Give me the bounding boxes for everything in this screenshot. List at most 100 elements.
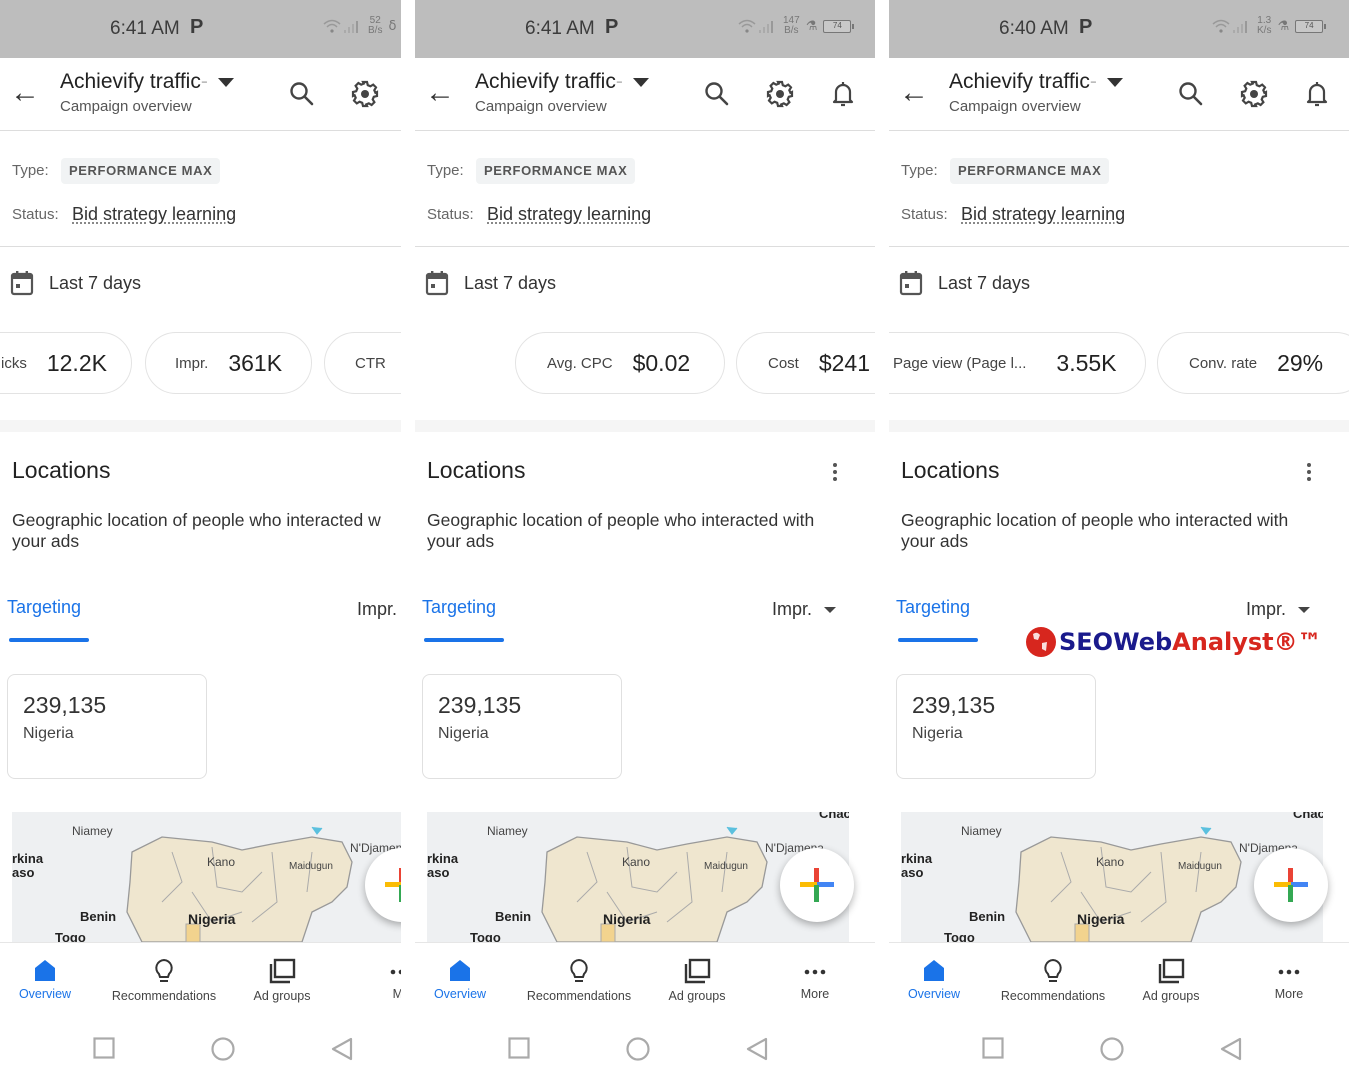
tab-targeting[interactable]: Targeting [7, 597, 81, 618]
status-time: 6:41 AM [525, 18, 595, 39]
locations-map[interactable]: Niamey rkina aso Kano Maidugun N'Djamena… [12, 812, 401, 942]
metric-chip-page-view[interactable]: Page view (Page l... 3.55K [889, 332, 1146, 394]
notifications-bell-icon[interactable] [1303, 80, 1331, 108]
nav-recommendations[interactable]: Recommendations [993, 943, 1113, 1013]
back-triangle-icon[interactable] [1220, 1037, 1242, 1061]
home-circle-icon[interactable] [211, 1037, 235, 1061]
tab-active-indicator [424, 638, 504, 642]
date-range-selector[interactable]: Last 7 days [415, 262, 875, 306]
date-range-label: Last 7 days [464, 273, 557, 293]
search-icon[interactable] [1177, 80, 1205, 108]
sort-metric-select[interactable]: Impr. [357, 599, 397, 620]
date-range-selector[interactable]: Last 7 days [889, 262, 1349, 306]
type-label: Type: [12, 162, 49, 179]
back-triangle-icon[interactable] [746, 1037, 768, 1061]
status-time: 6:41 AM [110, 18, 180, 39]
nav-more[interactable]: Mc [381, 943, 401, 1013]
nav-overview[interactable]: Overview [5, 943, 85, 1013]
nav-more[interactable]: More [785, 943, 845, 1013]
nav-overview[interactable]: Overview [894, 943, 974, 1013]
search-icon[interactable] [288, 80, 316, 108]
locations-description: Geographic location of people who intera… [427, 510, 815, 551]
metric-chip-clicks[interactable]: icks 12.2K [0, 332, 132, 394]
status-time: 6:40 AM [999, 18, 1069, 39]
settings-gear-icon[interactable] [351, 80, 379, 108]
back-arrow-icon[interactable]: ← [10, 78, 40, 108]
search-icon[interactable] [703, 80, 731, 108]
nav-ad-groups[interactable]: Ad groups [657, 943, 737, 1013]
metric-chip-avg-cpc[interactable]: Avg. CPC $0.02 [515, 332, 725, 394]
dropdown-caret-icon [217, 77, 234, 87]
map-label-kano: Kano [207, 855, 236, 869]
tab-targeting[interactable]: Targeting [896, 597, 970, 618]
plus-icon [1274, 868, 1308, 902]
section-divider [889, 420, 1349, 432]
back-triangle-icon[interactable] [331, 1037, 353, 1061]
add-fab-button[interactable] [780, 848, 854, 922]
map-label-nigeria: Nigeria [603, 911, 651, 927]
wifi-signal-icon [323, 19, 358, 33]
status-value-link[interactable]: Bid strategy learning [487, 204, 651, 225]
map-label-togo: Togo [470, 930, 501, 942]
status-bar: 6:41 AM P 52 B/s ẟ [0, 0, 401, 58]
metric-chip-impressions[interactable]: Impr. 361K [145, 332, 312, 394]
nav-ad-groups[interactable]: Ad groups [1131, 943, 1211, 1013]
sort-metric-select[interactable]: Impr. [1246, 599, 1311, 620]
metric-chips: icks12.2K Impr.361K CTR3.37% [0, 332, 401, 394]
metric-chip-conv-rate[interactable]: Conv. rate 29% [1157, 332, 1349, 394]
notifications-bell-icon[interactable] [829, 80, 857, 108]
nav-recommendations[interactable]: Recommendations [519, 943, 639, 1013]
campaign-selector[interactable]: Achievify traffic- [949, 70, 1123, 94]
charging-icon: ẟ [388, 18, 397, 33]
bottom-navigation: Overview Recommendations Ad groups More [889, 942, 1349, 1012]
home-circle-icon[interactable] [626, 1037, 650, 1061]
page-subtitle: Campaign overview [60, 98, 192, 115]
location-name: Nigeria [23, 725, 74, 742]
network-speed: 1.3 K/s [1257, 15, 1272, 36]
overflow-menu-icon[interactable] [1306, 462, 1312, 482]
back-arrow-icon[interactable]: ← [899, 78, 929, 108]
screenshot-collage: 6:41 AM P 52 B/s ẟ ← Achievify traffic- C… [0, 0, 1349, 1080]
parking-notification-icon: P [605, 16, 619, 38]
location-card[interactable]: 239,135 Nigeria [422, 674, 622, 779]
home-circle-icon[interactable] [1100, 1037, 1124, 1061]
lightbulb-icon [1044, 958, 1062, 982]
add-fab-button[interactable] [1254, 848, 1328, 922]
section-divider [415, 420, 875, 432]
settings-gear-icon[interactable] [766, 80, 794, 108]
home-icon [924, 960, 944, 981]
nav-overview[interactable]: Overview [420, 943, 500, 1013]
more-dots-icon [804, 969, 826, 975]
nav-ad-groups[interactable]: Ad groups [242, 943, 322, 1013]
dropdown-caret-icon [1298, 606, 1311, 613]
tab-targeting[interactable]: Targeting [422, 597, 496, 618]
campaign-type-chip: PERFORMANCE MAX [950, 158, 1110, 184]
overflow-menu-icon[interactable] [832, 462, 838, 482]
map-label-chad: Chac [1293, 812, 1323, 821]
status-value-link[interactable]: Bid strategy learning [961, 204, 1125, 225]
plus-icon [385, 868, 401, 902]
campaign-selector[interactable]: Achievify traffic- [60, 70, 234, 94]
nav-recommendations[interactable]: Recommendations [104, 943, 224, 1013]
section-divider [0, 420, 401, 432]
settings-gear-icon[interactable] [1240, 80, 1268, 108]
recents-square-icon[interactable] [508, 1037, 530, 1059]
ad-groups-icon [269, 958, 296, 984]
sort-metric-select[interactable]: Impr. [772, 599, 837, 620]
metric-chip-ctr[interactable]: CTR3.37% [324, 332, 401, 394]
campaign-selector[interactable]: Achievify traffic- [475, 70, 649, 94]
recents-square-icon[interactable] [93, 1037, 115, 1059]
metric-chip-cost[interactable]: Cost $241 [736, 332, 875, 394]
date-range-selector[interactable]: Last 7 days [0, 262, 401, 306]
map-label-maiduguri: Maidugun [704, 861, 748, 872]
lightbulb-icon [155, 958, 173, 982]
back-arrow-icon[interactable]: ← [425, 78, 455, 108]
location-card[interactable]: 239,135 Nigeria [896, 674, 1096, 779]
recents-square-icon[interactable] [982, 1037, 1004, 1059]
location-card[interactable]: 239,135 Nigeria [7, 674, 207, 779]
status-value-link[interactable]: Bid strategy learning [72, 204, 236, 225]
nav-more[interactable]: More [1259, 943, 1319, 1013]
map-label-benin: Benin [969, 909, 1006, 924]
app-bar: ← Achievify traffic- Campaign overview [889, 58, 1349, 131]
phone-panel-3: 6:40 AM P 1.3 K/s ⚗ 74 ← Achievify traffi… [889, 0, 1349, 1080]
